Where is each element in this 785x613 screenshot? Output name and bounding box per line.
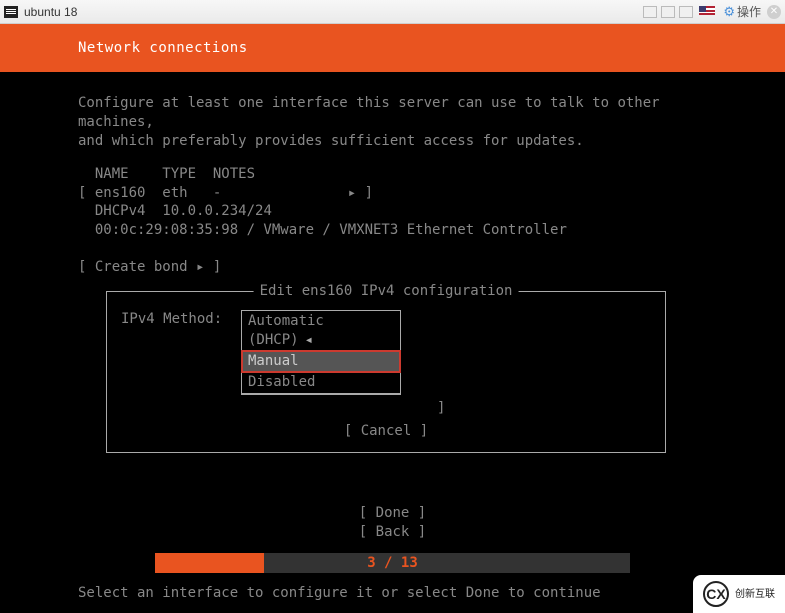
terminal-icon — [4, 6, 18, 18]
watermark-brand: 创新互联 — [735, 589, 775, 600]
page-title: Network connections — [78, 40, 248, 56]
stray-bracket: ] — [121, 399, 651, 418]
ipv4-config-dialog: Edit ens160 IPv4 configuration IPv4 Meth… — [106, 291, 666, 453]
vm-title: ubuntu 18 — [24, 5, 77, 19]
page-description: Configure at least one interface this se… — [78, 94, 707, 151]
ipv4-method-select[interactable]: Automatic (DHCP)◂ Manual Disabled — [241, 310, 401, 395]
window-control-icon[interactable] — [661, 6, 675, 18]
page-header: Network connections — [0, 24, 785, 72]
watermark-logo-icon: CX — [703, 581, 729, 607]
iface-detail: 00:0c:29:08:35:98 / VMware / VMXNET3 Eth… — [78, 221, 707, 240]
iface-row[interactable]: [ ens160 eth - ▸ ] — [78, 184, 707, 203]
ipv4-method-label: IPv4 Method: — [121, 310, 241, 329]
current-indicator-icon: ◂ — [305, 332, 313, 348]
gear-icon[interactable]: ⚙ — [723, 4, 735, 20]
dialog-title: Edit ens160 IPv4 configuration — [254, 282, 519, 301]
cancel-button[interactable]: [ Cancel ] — [121, 422, 651, 441]
action-menu[interactable]: 操作 — [737, 3, 761, 20]
iface-table-header: NAME TYPE NOTES — [78, 165, 707, 184]
create-bond-button[interactable]: [ Create bond ▸ ] — [78, 258, 707, 277]
ipv4-option-manual[interactable]: Manual — [242, 351, 400, 372]
chevron-right-icon: ▸ ] — [348, 185, 373, 201]
close-icon[interactable]: ✕ — [767, 5, 781, 19]
desc-line: Configure at least one interface this se… — [78, 94, 707, 132]
ipv4-option-disabled[interactable]: Disabled — [242, 372, 400, 393]
locale-flag-icon[interactable] — [699, 6, 715, 17]
desc-line: and which preferably provides sufficient… — [78, 132, 707, 151]
window-control-icon[interactable] — [643, 6, 657, 18]
vm-titlebar: ubuntu 18 ⚙ 操作 ✕ — [0, 0, 785, 24]
window-control-icon[interactable] — [679, 6, 693, 18]
watermark: CX 创新互联 — [693, 575, 785, 613]
back-button[interactable]: [ Back ] — [0, 523, 785, 543]
progress-text: 3 / 13 — [367, 555, 418, 571]
footer-buttons: [ Done ] [ Back ] — [0, 504, 785, 543]
iface-detail: DHCPv4 10.0.0.234/24 — [78, 202, 707, 221]
installer-console: Network connections Configure at least o… — [0, 24, 785, 613]
ipv4-option-automatic[interactable]: Automatic (DHCP)◂ — [242, 311, 400, 351]
help-hint: Select an interface to configure it or s… — [78, 585, 601, 601]
done-button[interactable]: [ Done ] — [0, 504, 785, 524]
progress-bar: 3 / 13 — [0, 553, 785, 573]
